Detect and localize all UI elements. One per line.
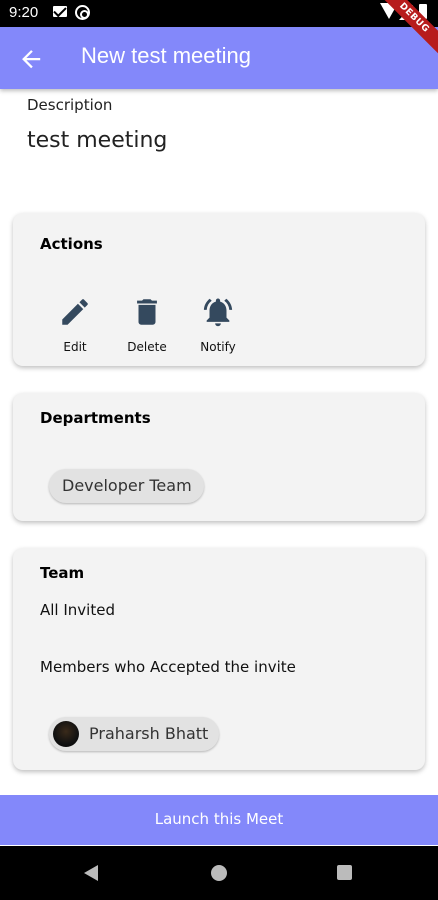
status-time: 9:20 bbox=[9, 4, 39, 21]
system-nav-bar bbox=[0, 846, 438, 900]
all-invited-text: All Invited bbox=[40, 601, 115, 619]
actions-card: Actions Edit Delete Notify bbox=[13, 213, 425, 366]
department-chip-label: Developer Team bbox=[62, 476, 192, 495]
bell-ringing-icon bbox=[203, 298, 233, 327]
accepted-heading: Members who Accepted the invite bbox=[40, 658, 296, 676]
avatar bbox=[53, 721, 79, 747]
member-chip-label: Praharsh Bhatt bbox=[89, 724, 209, 743]
delete-label: Delete bbox=[127, 340, 167, 354]
actions-title: Actions bbox=[40, 235, 103, 253]
launch-meet-button[interactable]: Launch this Meet bbox=[0, 795, 438, 845]
departments-card: Departments Developer Team bbox=[13, 393, 425, 521]
edit-label: Edit bbox=[63, 340, 87, 354]
edit-button[interactable]: Edit bbox=[40, 295, 110, 354]
departments-title: Departments bbox=[40, 409, 151, 427]
back-button[interactable] bbox=[14, 42, 48, 76]
nav-home-icon[interactable] bbox=[211, 865, 227, 881]
notify-button[interactable]: Notify bbox=[183, 295, 253, 354]
description-value: test meeting bbox=[27, 128, 168, 153]
team-title: Team bbox=[40, 564, 85, 582]
team-card: Team All Invited Members who Accepted th… bbox=[13, 548, 425, 770]
department-chip[interactable]: Developer Team bbox=[49, 469, 204, 503]
mail-icon bbox=[53, 6, 67, 17]
description-label: Description bbox=[27, 96, 113, 114]
delete-button[interactable]: Delete bbox=[112, 295, 182, 354]
at-sign-icon bbox=[75, 5, 90, 20]
pencil-icon bbox=[62, 299, 88, 325]
page-title: New test meeting bbox=[81, 43, 251, 68]
nav-back-icon[interactable] bbox=[84, 865, 98, 881]
status-bar: 9:20 bbox=[0, 0, 438, 27]
app-bar: New test meeting bbox=[0, 27, 438, 89]
trash-icon bbox=[137, 299, 157, 325]
arrow-left-icon bbox=[22, 50, 41, 69]
notify-label: Notify bbox=[200, 340, 236, 354]
nav-recents-icon[interactable] bbox=[337, 865, 352, 880]
member-chip[interactable]: Praharsh Bhatt bbox=[49, 717, 219, 751]
